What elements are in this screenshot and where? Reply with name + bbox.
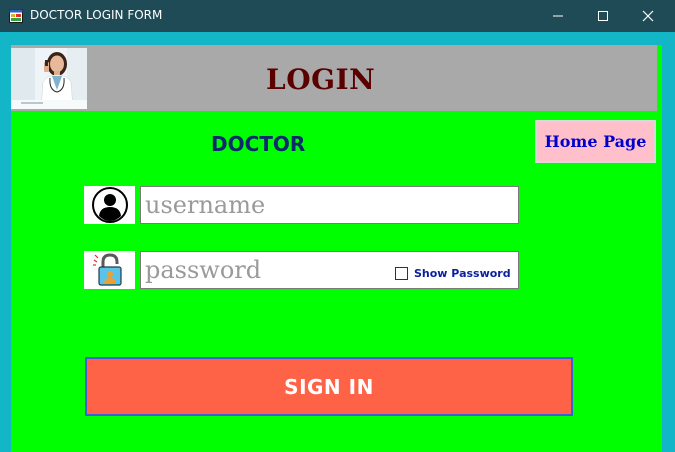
user-icon xyxy=(91,187,128,223)
role-heading: DOCTOR xyxy=(211,132,306,156)
minimize-icon xyxy=(553,15,563,17)
show-password-toggle[interactable]: Show Password xyxy=(395,267,511,280)
username-input[interactable]: username xyxy=(140,186,519,224)
minimize-button[interactable] xyxy=(535,0,581,32)
maximize-button[interactable] xyxy=(580,0,626,32)
show-password-label: Show Password xyxy=(414,267,511,280)
show-password-checkbox[interactable] xyxy=(395,267,408,280)
window-title: DOCTOR LOGIN FORM xyxy=(30,8,163,22)
doctor-photo xyxy=(11,48,87,109)
maximize-icon xyxy=(598,11,608,21)
password-icon-box xyxy=(84,251,135,289)
lock-icon xyxy=(92,253,122,286)
form-window-icon xyxy=(9,8,23,23)
sign-in-button[interactable]: SIGN IN xyxy=(85,357,573,416)
username-icon-box xyxy=(84,186,135,224)
header-edge-strip xyxy=(658,45,662,111)
close-icon xyxy=(642,10,654,22)
title-bar[interactable]: DOCTOR LOGIN FORM xyxy=(0,0,675,32)
page-title: LOGIN xyxy=(266,63,376,96)
close-button[interactable] xyxy=(625,0,671,32)
home-page-button[interactable]: Home Page xyxy=(535,120,656,163)
